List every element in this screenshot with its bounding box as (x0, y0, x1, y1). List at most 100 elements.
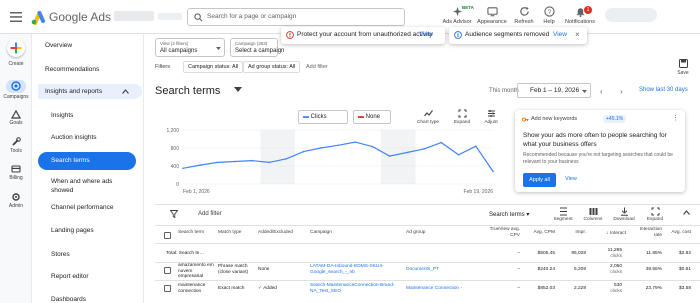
nav-landing-pages[interactable]: Landing pages (51, 227, 94, 234)
segment-button[interactable]: Segment (548, 207, 578, 222)
nav-when-where-ads-showed[interactable]: When and where ads showed (51, 177, 131, 195)
close-icon[interactable]: × (575, 30, 580, 39)
metric-selector-1[interactable]: ▬ Clicks (298, 110, 348, 124)
view-selector[interactable]: View (2 filters) All campaigns (155, 38, 225, 57)
row-cpm: $852.03 (537, 286, 555, 291)
show-last-30-days-link[interactable]: Show last 30 days (639, 87, 688, 93)
nav-recommendations[interactable]: Recommendations (45, 66, 99, 73)
key-icon (522, 117, 529, 122)
data-point (216, 161, 219, 164)
apply-all-button[interactable]: Apply all (523, 173, 556, 187)
data-point (199, 164, 202, 166)
nav-report-editor[interactable]: Report editor (51, 273, 89, 280)
expand-icon (651, 207, 659, 216)
notifications-count-badge: 1 (584, 6, 592, 14)
col-header-campaign[interactable]: Campaign (310, 230, 332, 236)
error-icon (286, 31, 294, 39)
save-button[interactable]: Save (674, 59, 692, 76)
chip-ad-group-status[interactable]: Ad group status: All (243, 61, 301, 73)
table-view-select[interactable]: Search terms ▾ (489, 211, 529, 218)
nav-insights[interactable]: Insights (51, 112, 73, 119)
columns-button[interactable]: Columns (578, 207, 608, 222)
rail-item-tools[interactable]: Tools (0, 137, 32, 154)
data-point (354, 141, 357, 143)
account-name-redacted[interactable] (114, 11, 154, 21)
select-all-checkbox[interactable] (164, 232, 171, 239)
col-header-interactions[interactable]: ↓ Interact (594, 230, 626, 237)
campaign-selector[interactable]: Campaign (363) Select a campaign (230, 38, 284, 57)
tools-icon (12, 137, 21, 146)
filter-icon[interactable] (170, 210, 178, 218)
caret-down-icon[interactable] (234, 87, 242, 93)
date-range-picker[interactable]: Feb 1 – 19, 2026 (517, 83, 591, 98)
more-options-icon[interactable]: ⋮ (672, 114, 679, 122)
col-header-search-term[interactable]: Search term (178, 230, 204, 236)
row-campaign-link[interactable]: Search-MaintenanceConnection-Brand-NA_Te… (310, 283, 402, 295)
rail-item-admin[interactable]: Admin (0, 192, 32, 209)
row-match-type: Phrase match (close variant) (218, 264, 249, 275)
row-ad-group-link[interactable]: Documents_PT (406, 267, 439, 273)
col-header-added-excluded[interactable]: Added/Excluded (258, 230, 293, 236)
chevron-up-icon[interactable] (122, 89, 129, 94)
user-account-redacted[interactable] (605, 8, 657, 22)
total-interactions-unit: clicks (610, 254, 622, 259)
col-header-impr[interactable]: Impr. (562, 230, 586, 236)
row-added-excluded: ✓ Added (258, 286, 277, 291)
chevron-up-icon[interactable] (683, 210, 690, 215)
add-filter-link[interactable]: Add filter (306, 64, 328, 70)
chart-adjust-button[interactable]: Adjust (476, 109, 506, 125)
rail-item-billing[interactable]: Billing (0, 164, 32, 181)
col-header-avg-cpm[interactable]: Avg. CPM (525, 230, 555, 236)
data-point (371, 145, 374, 148)
previous-period-icon[interactable]: ‹ (600, 87, 603, 96)
row-ad-group-link[interactable]: Maintenance Connection - (406, 286, 462, 292)
col-header-interaction-rate[interactable]: Interaction rate (632, 227, 662, 239)
data-point (285, 158, 288, 160)
create-button[interactable] (7, 39, 25, 57)
divider (155, 280, 700, 281)
metric-selector-2[interactable]: ▬ None (353, 110, 391, 124)
table-add-filter[interactable]: Add filter (198, 211, 222, 217)
col-header-match-type[interactable]: Match type (218, 230, 241, 236)
notification-view-link[interactable]: View (419, 31, 433, 38)
row-interactions-unit: clicks (610, 270, 622, 275)
row-interactions-unit: clicks (610, 289, 622, 294)
nav-channel-performance[interactable]: Channel performance (51, 204, 114, 211)
col-header-avg-cost[interactable]: Avg. cost (663, 230, 691, 236)
menu-icon[interactable] (10, 12, 22, 22)
recommendation-view-link[interactable]: View (565, 176, 577, 182)
nav-auction-insights[interactable]: Auction insights (51, 134, 97, 141)
search-icon (194, 13, 203, 22)
notification-view-link[interactable]: View (553, 31, 567, 38)
clicks-line-chart: 1,200 800 400 0 Feb 1, 2026 Feb 19, 2026 (166, 128, 494, 195)
table-expand-button[interactable]: Expand (640, 207, 670, 222)
col-header-trueview-cpv[interactable]: TrueView avg. CPV (482, 227, 520, 239)
nav-overview[interactable]: Overview (45, 42, 72, 49)
columns-icon (589, 208, 597, 215)
download-button[interactable]: Download (609, 207, 639, 222)
total-avg-cost: $2.82 (678, 251, 691, 256)
date-preset-label: This month (489, 88, 519, 94)
chart-type-button[interactable]: Chart type (413, 109, 443, 125)
row-search-term: amazamento em nuvem empresarial (178, 263, 214, 279)
help-icon: ? (543, 6, 555, 17)
col-header-ad-group[interactable]: Ad group (406, 230, 425, 236)
chip-campaign-status[interactable]: Campaign status: All (183, 61, 244, 73)
campaigns-icon (11, 81, 21, 91)
nav-stores[interactable]: Stores (51, 251, 70, 258)
rail-item-campaigns[interactable]: Campaigns (0, 81, 32, 100)
rail-item-goals[interactable]: Goals (0, 109, 32, 126)
row-checkbox[interactable] (164, 267, 171, 274)
row-checkbox[interactable] (164, 285, 171, 292)
recommendation-card: Add new keywords +45.1% ⋮ Show your ads … (515, 110, 685, 192)
chart-expand-button[interactable]: Expand (447, 109, 477, 125)
segment-icon (559, 207, 567, 216)
data-point (182, 167, 184, 170)
next-period-icon[interactable]: › (620, 87, 623, 96)
nav-dashboards[interactable]: Dashboards (51, 296, 86, 303)
save-icon (678, 59, 688, 68)
ads-advisor-icon (452, 6, 462, 17)
search-input[interactable]: Search for a page or campaign (187, 8, 405, 26)
nav-search-terms: Search terms (51, 157, 90, 164)
row-campaign-link[interactable]: LATAM-DA-Inbound-EDMS-SKU4-Google_search… (310, 264, 402, 276)
